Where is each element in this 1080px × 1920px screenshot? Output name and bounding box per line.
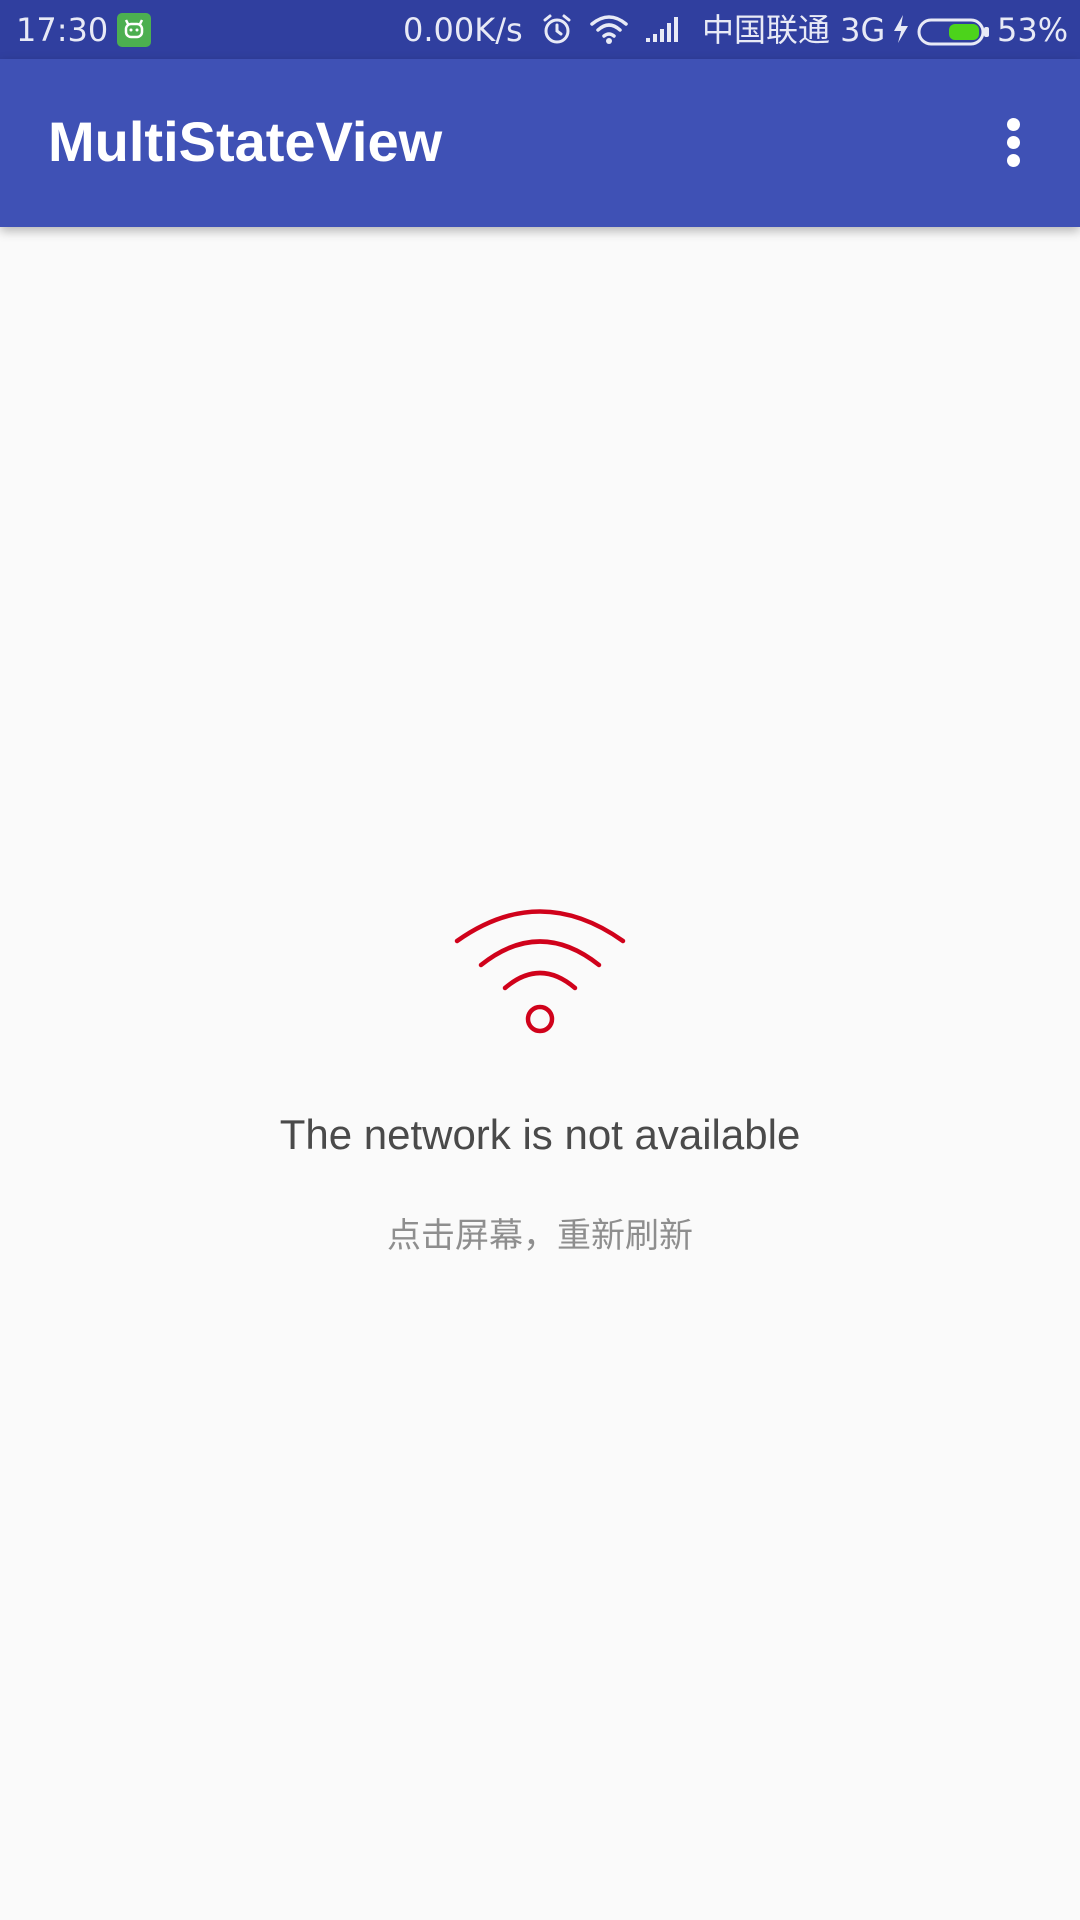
screen: 17:30 0.00K/s 中国联通 3G 53% MultiStateView… [0, 0, 1080, 1920]
alarm-icon [540, 12, 574, 54]
wifi-icon [589, 12, 629, 54]
battery-percent: 53% [997, 11, 1069, 49]
network-speed: 0.00K/s [403, 11, 523, 49]
menu-dot [1007, 118, 1020, 131]
wifi-icon [450, 902, 630, 1046]
battery-icon [917, 16, 991, 54]
carrier-name: 中国联通 3G [702, 11, 886, 49]
status-time: 17:30 [16, 11, 109, 49]
app-bar: MultiStateView [0, 59, 1080, 227]
charging-icon [891, 14, 911, 52]
more-vert-icon[interactable] [990, 109, 1038, 175]
app-title: MultiStateView [48, 110, 443, 173]
error-state-view[interactable] [0, 227, 1080, 1920]
menu-dot [1007, 154, 1020, 167]
status-bar: 17:30 0.00K/s 中国联通 3G 53% [0, 0, 1080, 59]
app-notification-icon [117, 13, 151, 47]
error-title: The network is not available [279, 1111, 801, 1158]
menu-dot [1007, 136, 1020, 149]
refresh-hint: 点击屏幕，重新刷新 [387, 1216, 693, 1256]
signal-icon [645, 14, 685, 52]
